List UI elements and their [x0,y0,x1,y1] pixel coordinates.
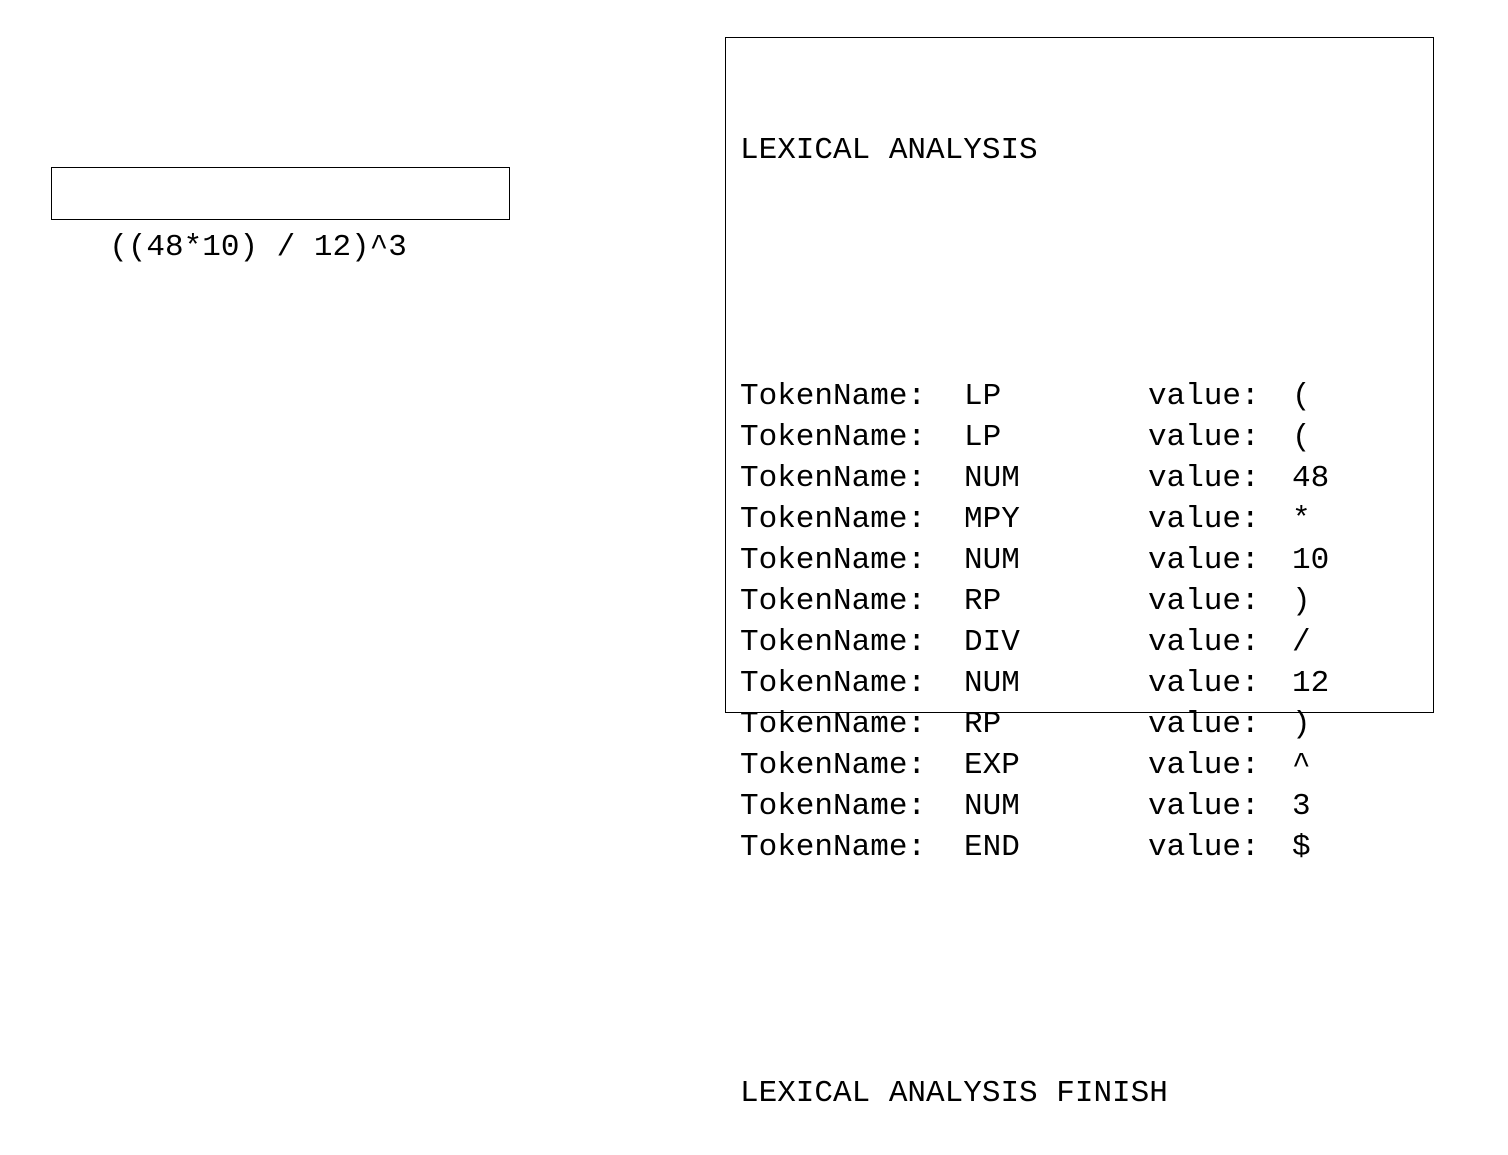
token-name: END [964,830,1020,865]
token-row: TokenName: RP value:) [740,704,1433,745]
token-value-label: value: [1148,584,1260,619]
token-name: EXP [964,748,1020,783]
token-row: TokenName: NUM value: 12 [740,663,1433,704]
token-value: 3 [1292,789,1311,824]
token-value: ) [1292,584,1311,619]
token-value-label: value: [1148,420,1260,455]
token-value: ) [1292,707,1311,742]
token-value: ( [1292,379,1311,414]
footer-text: LEXICAL ANALYSIS FINISH [740,1076,1168,1111]
token-name-label: TokenName: [740,789,927,824]
token-name-label: TokenName: [740,502,927,537]
token-value-label: value: [1148,461,1260,496]
token-row: TokenName: NUM value: 10 [740,540,1433,581]
token-row: TokenName: LP value: ( [740,417,1433,458]
token-value: ( [1292,420,1311,455]
token-row: TokenName: LP value: ( [740,376,1433,417]
expression-text: ((48*10) / 12)^3 [109,230,407,265]
token-value: / [1292,625,1311,660]
token-row: TokenName: END value: $ [740,827,1433,868]
token-value: 12 [1292,666,1330,701]
token-name: DIV [964,625,1020,660]
token-name-label: TokenName: [740,461,927,496]
token-row: TokenName: MPY value: * [740,499,1433,540]
token-name-label: TokenName: [740,625,927,660]
token-value-label: value: [1148,379,1260,414]
token-row: TokenName: NUM value: 48 [740,458,1433,499]
token-value: $ [1292,830,1311,865]
token-value: * [1292,502,1311,537]
token-row: TokenName: NUM value: 3 [740,786,1433,827]
token-value-label: value: [1148,748,1260,783]
token-name-label: TokenName: [740,420,927,455]
token-name-label: TokenName: [740,707,927,742]
expression-input-box[interactable]: ((48*10) / 12)^3 [51,167,510,265]
token-value: 48 [1292,461,1330,496]
token-value-label: value: [1148,502,1260,537]
token-list: TokenName: LP value:(TokenName: LP value:(To… [740,376,1433,868]
token-name: NUM [964,789,1020,824]
token-name-label: TokenName: [740,584,927,619]
token-value: ^ [1292,748,1311,783]
lexical-analysis-output: LEXICAL ANALYSIS TokenName: LP value:(Toke… [725,37,1434,1111]
header-text: LEXICAL ANALYSIS [740,133,1038,168]
token-name: LP [964,420,1002,455]
token-name-label: TokenName: [740,543,927,578]
token-name: NUM [964,543,1020,578]
token-value-label: value: [1148,830,1260,865]
token-name: NUM [964,666,1020,701]
token-name: RP [964,707,1002,742]
token-name: RP [964,584,1002,619]
token-value: 10 [1292,543,1330,578]
output-footer: LEXICAL ANALYSIS FINISH [740,1073,1433,1114]
token-name-label: TokenName: [740,666,927,701]
token-value-label: value: [1148,543,1260,578]
token-name-label: TokenName: [740,379,927,414]
token-row: TokenName: EXP value: ^ [740,745,1433,786]
token-row: TokenName: DIV value: / [740,622,1433,663]
output-header: LEXICAL ANALYSIS [740,130,1433,171]
token-row: TokenName: RP value:) [740,581,1433,622]
token-name: MPY [964,502,1020,537]
token-name-label: TokenName: [740,830,927,865]
token-name: NUM [964,461,1020,496]
token-name: LP [964,379,1002,414]
token-value-label: value: [1148,625,1260,660]
token-value-label: value: [1148,789,1260,824]
token-name-label: TokenName: [740,748,927,783]
token-value-label: value: [1148,707,1260,742]
token-value-label: value: [1148,666,1260,701]
